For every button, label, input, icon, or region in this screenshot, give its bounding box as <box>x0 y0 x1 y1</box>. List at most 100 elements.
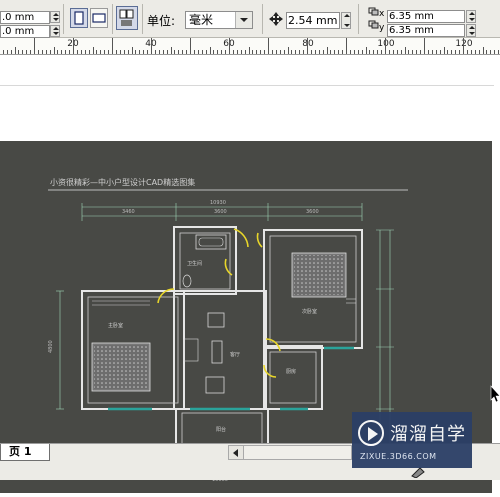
chevron-down-icon[interactable] <box>235 12 252 28</box>
ruler-tick <box>490 50 492 54</box>
room-label-second-bedroom: 次卧室 <box>302 308 317 315</box>
ruler-tick <box>182 50 184 54</box>
ruler-tick <box>365 47 367 54</box>
ruler-tick <box>115 50 117 54</box>
ruler-tick <box>307 38 308 54</box>
page-tab-1[interactable]: 页 1 <box>0 444 50 461</box>
room-label-living: 客厅 <box>230 351 240 358</box>
ruler-tick <box>205 50 207 54</box>
ruler-tick <box>186 50 188 54</box>
ruler-tick <box>412 50 414 54</box>
dup-x-label: x <box>379 9 385 19</box>
portrait-icon <box>74 11 84 25</box>
drawing-title: 小资很精彩—中小户型设计CAD精选图集 <box>50 177 195 187</box>
duplicate-y-spinner[interactable] <box>466 24 476 37</box>
ruler-tick <box>252 50 254 54</box>
landscape-icon <box>92 13 106 23</box>
ruler-tick <box>96 50 98 54</box>
page-layout-button[interactable] <box>116 6 138 30</box>
ruler-tick <box>49 50 51 54</box>
portrait-orientation-button[interactable] <box>70 8 88 28</box>
ruler-tick <box>139 50 141 54</box>
ruler-tick <box>135 50 137 54</box>
ruler-tick <box>459 50 461 54</box>
ruler-tick <box>76 50 78 54</box>
mouse-cursor-icon <box>490 385 500 403</box>
toolbar-separator <box>63 4 64 34</box>
ruler-tick <box>435 50 437 54</box>
ruler-tick <box>279 50 281 54</box>
ruler-tick <box>357 50 359 54</box>
ruler-tick <box>45 50 47 54</box>
duplicate-x-field[interactable]: 6.35 mm <box>387 10 465 23</box>
ruler-tick <box>338 50 340 54</box>
ruler-tick <box>127 50 129 54</box>
ruler-tick <box>474 50 476 54</box>
duplicate-y-field[interactable]: 6.35 mm <box>387 24 465 37</box>
landscape-orientation-button[interactable] <box>90 8 108 28</box>
ruler-tick <box>119 50 121 54</box>
ruler-tick <box>346 38 347 54</box>
width-spinner[interactable] <box>50 11 60 23</box>
ruler-tick <box>447 50 449 54</box>
ruler-tick <box>193 50 195 54</box>
ruler-tick <box>240 50 242 54</box>
ruler-tick <box>431 50 433 54</box>
ruler-tick <box>112 38 113 54</box>
object-width-field[interactable]: .0 mm <box>0 11 50 24</box>
ruler-tick <box>154 50 156 54</box>
ruler-tick <box>377 50 379 54</box>
dup-y-label: y <box>379 23 385 33</box>
ruler-tick <box>100 50 102 54</box>
ruler-tick <box>190 38 191 54</box>
nudge-spinner[interactable] <box>341 12 351 29</box>
horizontal-scrollbar[interactable] <box>228 445 352 460</box>
ruler-tick <box>287 47 289 54</box>
ruler-tick <box>318 50 320 54</box>
ruler-tick <box>295 50 297 54</box>
scroll-left-icon[interactable] <box>229 446 244 459</box>
property-bar: .0 mm .0 mm 单位: 毫米 2.54 mm x y 6.35 mm 6… <box>0 0 500 38</box>
ruler-tick <box>131 47 133 54</box>
horizontal-ruler[interactable]: 20 40 60 80 100 120 <box>0 38 500 55</box>
ruler-tick <box>92 47 94 54</box>
ruler-tick <box>463 38 464 54</box>
ruler-tick <box>256 50 258 54</box>
ruler-tick <box>342 50 344 54</box>
ruler-tick <box>6 50 8 54</box>
ruler-tick <box>61 50 63 54</box>
ruler-tick <box>10 50 12 54</box>
ruler-tick <box>65 50 67 54</box>
ruler-tick <box>361 50 363 54</box>
object-height-field[interactable]: .0 mm <box>0 25 50 38</box>
ruler-tick <box>330 50 332 54</box>
document-canvas[interactable]: 小资很精彩—中小户型设计CAD精选图集 10930 3460 3600 3600 <box>0 55 500 493</box>
ruler-tick <box>248 47 250 54</box>
ruler-tick <box>80 50 82 54</box>
ruler-tick <box>232 50 234 54</box>
unit-select[interactable]: 毫米 <box>185 11 253 29</box>
ruler-label: 120 <box>455 39 473 49</box>
ruler-tick <box>30 50 32 54</box>
height-spinner[interactable] <box>50 25 60 37</box>
ruler-tick <box>334 50 336 54</box>
ruler-label: 80 <box>302 39 314 49</box>
ruler-tick <box>424 38 425 54</box>
ruler-tick <box>162 50 164 54</box>
duplicate-x-spinner[interactable] <box>466 10 476 23</box>
ruler-tick <box>84 50 86 54</box>
room-label-balcony: 阳台 <box>216 426 226 433</box>
nudge-distance-field[interactable]: 2.54 mm <box>286 12 340 29</box>
ruler-tick <box>275 50 277 54</box>
ruler-tick <box>310 50 312 54</box>
ruler-tick <box>381 50 383 54</box>
ruler-tick <box>439 50 441 54</box>
ruler-tick <box>494 50 496 54</box>
play-icon <box>358 420 384 446</box>
ruler-tick <box>400 50 402 54</box>
ruler-tick <box>53 47 55 54</box>
ruler-tick <box>408 50 410 54</box>
ruler-tick <box>34 38 35 54</box>
ruler-tick <box>299 50 301 54</box>
toolbar-separator <box>358 4 359 34</box>
